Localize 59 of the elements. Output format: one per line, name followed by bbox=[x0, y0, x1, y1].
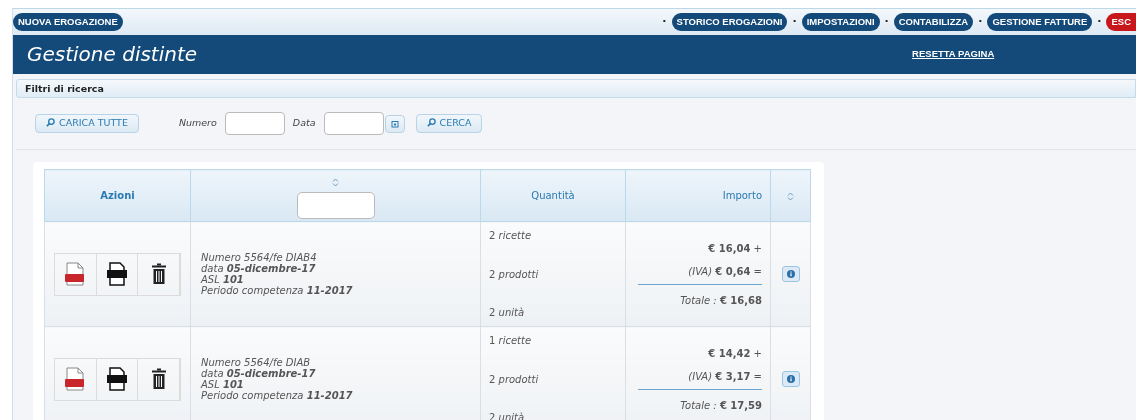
info-line: Numero 5564/fe DIAB4 bbox=[201, 252, 318, 263]
trash-icon bbox=[150, 263, 167, 285]
nav-button[interactable]: IMPOSTAZIONI bbox=[801, 13, 880, 31]
load-all-button[interactable]: CARICA TUTTE bbox=[35, 114, 139, 133]
separator-dot: · bbox=[884, 13, 889, 30]
pdf-icon bbox=[64, 262, 87, 286]
field-label: Numero bbox=[178, 116, 217, 131]
new-erogation-button[interactable]: NUOVA EROGAZIONE bbox=[13, 13, 123, 31]
quantity-text: 2 prodotti bbox=[489, 372, 540, 387]
info-line: data 05-dicembre-17 bbox=[201, 263, 317, 274]
info-button[interactable] bbox=[781, 266, 800, 282]
info-line: ASL 101 bbox=[201, 274, 245, 285]
xml-file-icon bbox=[106, 367, 128, 391]
quantity-text: 2 ricette bbox=[489, 229, 533, 243]
nav-button[interactable]: STORICO EROGAZIONI bbox=[671, 13, 788, 31]
info-line: data 05-dicembre-17 bbox=[201, 368, 317, 379]
info-button[interactable] bbox=[781, 371, 800, 387]
quantity-text: 1 ricette bbox=[489, 334, 533, 348]
column-header: Quantità bbox=[480, 169, 626, 222]
reset-page-link[interactable]: RESETTA PAGINA bbox=[912, 47, 995, 62]
quantity-text: 2 unità bbox=[489, 306, 526, 320]
info-icon bbox=[786, 270, 795, 278]
total-text: Totale : € 17,59 bbox=[679, 398, 762, 413]
calendar-icon bbox=[390, 119, 399, 128]
field-label: Data bbox=[292, 116, 316, 131]
search-button[interactable]: CERCA bbox=[415, 114, 483, 133]
amount-text: € 14,42 + bbox=[707, 346, 762, 361]
amount-text: € 16,04 + bbox=[707, 241, 762, 256]
panel-title: Filtri di ricerca bbox=[16, 79, 1136, 98]
sort-icon bbox=[332, 177, 339, 187]
separator-dot: · bbox=[1097, 13, 1102, 30]
info-icon bbox=[786, 375, 795, 383]
trash-icon bbox=[150, 368, 167, 390]
column-header: Azioni bbox=[44, 169, 191, 222]
number-field[interactable] bbox=[224, 112, 285, 135]
calendar-button[interactable] bbox=[384, 114, 405, 133]
info-line: Numero 5564/fe DIAB bbox=[201, 357, 312, 368]
sort-icon bbox=[787, 191, 794, 201]
xml-file-icon bbox=[106, 262, 128, 286]
vat-text: (IVA) € 0,64 = bbox=[687, 264, 762, 279]
separator-dot: · bbox=[978, 13, 983, 30]
date-field[interactable] bbox=[323, 112, 384, 135]
search-icon bbox=[46, 118, 55, 128]
info-line: ASL 101 bbox=[201, 379, 245, 390]
page-title: Gestione distinte bbox=[27, 41, 198, 68]
nav-button[interactable]: GESTIONE FATTURE bbox=[987, 13, 1093, 31]
info-line: Periodo competenza 11-2017 bbox=[201, 285, 354, 296]
exit-button[interactable]: ESC bbox=[1106, 13, 1136, 31]
filter-field[interactable] bbox=[296, 192, 375, 219]
separator-dot: · bbox=[662, 13, 667, 30]
vat-text: (IVA) € 3,17 = bbox=[687, 369, 762, 384]
quantity-text: 2 prodotti bbox=[489, 267, 540, 282]
pdf-icon bbox=[64, 367, 87, 391]
column-header: Importo bbox=[625, 169, 771, 222]
nav-button[interactable]: CONTABILIZZA bbox=[893, 13, 974, 31]
info-line: Periodo competenza 11-2017 bbox=[201, 390, 354, 401]
separator-dot: · bbox=[792, 13, 797, 30]
total-text: Totale : € 16,68 bbox=[679, 293, 762, 308]
search-icon bbox=[426, 118, 436, 128]
